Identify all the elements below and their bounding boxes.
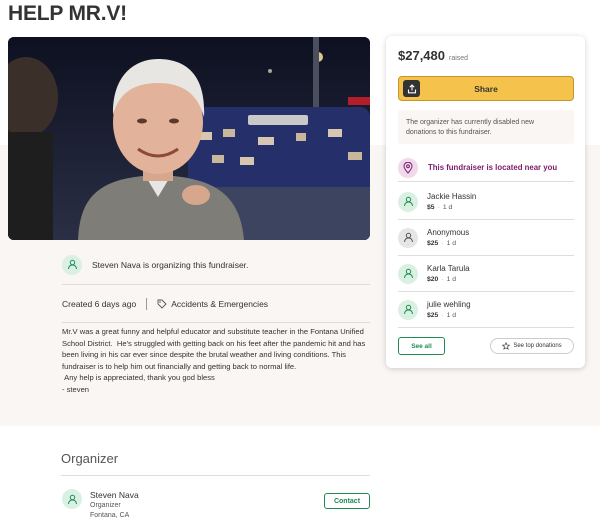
donor-time: 1 d [446,276,457,283]
share-label: Share [474,83,498,94]
contact-button[interactable]: Contact [324,493,370,509]
donor-name: julie wehling [427,300,471,309]
category-link[interactable]: Accidents & Emergencies [157,299,268,309]
share-icon [403,80,420,97]
location-notice-text: This fundraiser is located near you [428,163,558,172]
see-all-button[interactable]: See all [398,337,445,355]
donation-card: $27,480 raised Share The organizer has c… [386,36,585,368]
donor-time: 1 d [442,204,453,211]
donor-avatar-icon [398,227,418,248]
donor-amount: $25 [427,312,439,319]
donor-name: Anonymous [427,228,470,237]
fundraiser-photo[interactable] [8,37,370,240]
created-date: Created 6 days ago [62,298,137,309]
meta-divider [146,297,148,310]
donor-name: Jackie Hassin [427,192,477,201]
fundraiser-meta: Created 6 days ago Accidents & Emergenci… [62,293,370,323]
donor-avatar-icon [398,299,418,320]
donor-item: Jackie Hassin $5 · 1 d [398,184,574,220]
location-notice: This fundraiser is located near you [398,154,574,182]
amount-label: raised [449,55,469,62]
organizer-name: Steven Nava [90,490,139,500]
donor-avatar-icon [398,263,418,284]
amount-raised: $27,480 raised [398,48,468,63]
organizer-summary-text: Steven Nava is organizing this fundraise… [92,259,249,270]
donor-amount: $5 [427,204,435,211]
description-text: Mr.V was a great funny and helpful educa… [62,327,366,394]
page-title: HELP MR.V! [8,2,127,25]
fundraiser-description: Mr.V was a great funny and helpful educa… [62,326,372,396]
donor-item: julie wehling $25 · 1 d [398,292,574,328]
organizer-role: Organizer [90,502,121,509]
share-button[interactable]: Share [398,76,574,101]
donations-disabled-notice: The organizer has currently disabled new… [398,110,574,144]
donor-amount: $25 [427,240,439,247]
amount-value: $27,480 [398,48,445,63]
donor-amount: $20 [427,276,439,283]
star-icon [502,342,511,350]
donor-item: Karla Tarula $20 · 1 d [398,256,574,292]
donor-name: Karla Tarula [427,264,470,273]
organizer-location: Fontana, CA [90,512,130,519]
donor-item: Anonymous $25 · 1 d [398,220,574,256]
organizer-avatar-icon [62,254,82,275]
organizer-heading: Organizer [61,451,119,466]
donor-time: 1 d [446,240,457,247]
organizer-divider [61,475,370,476]
see-top-label: See top donations [513,343,562,349]
donor-time: 1 d [446,312,457,319]
donor-avatar-icon [398,191,418,212]
location-pin-icon [398,157,418,178]
see-top-donations-button[interactable]: See top donations [490,338,574,354]
tag-icon [157,299,167,309]
organizer-summary: Steven Nava is organizing this fundraise… [62,253,370,285]
organizer-avatar-icon [62,489,82,509]
category-label: Accidents & Emergencies [171,298,269,309]
